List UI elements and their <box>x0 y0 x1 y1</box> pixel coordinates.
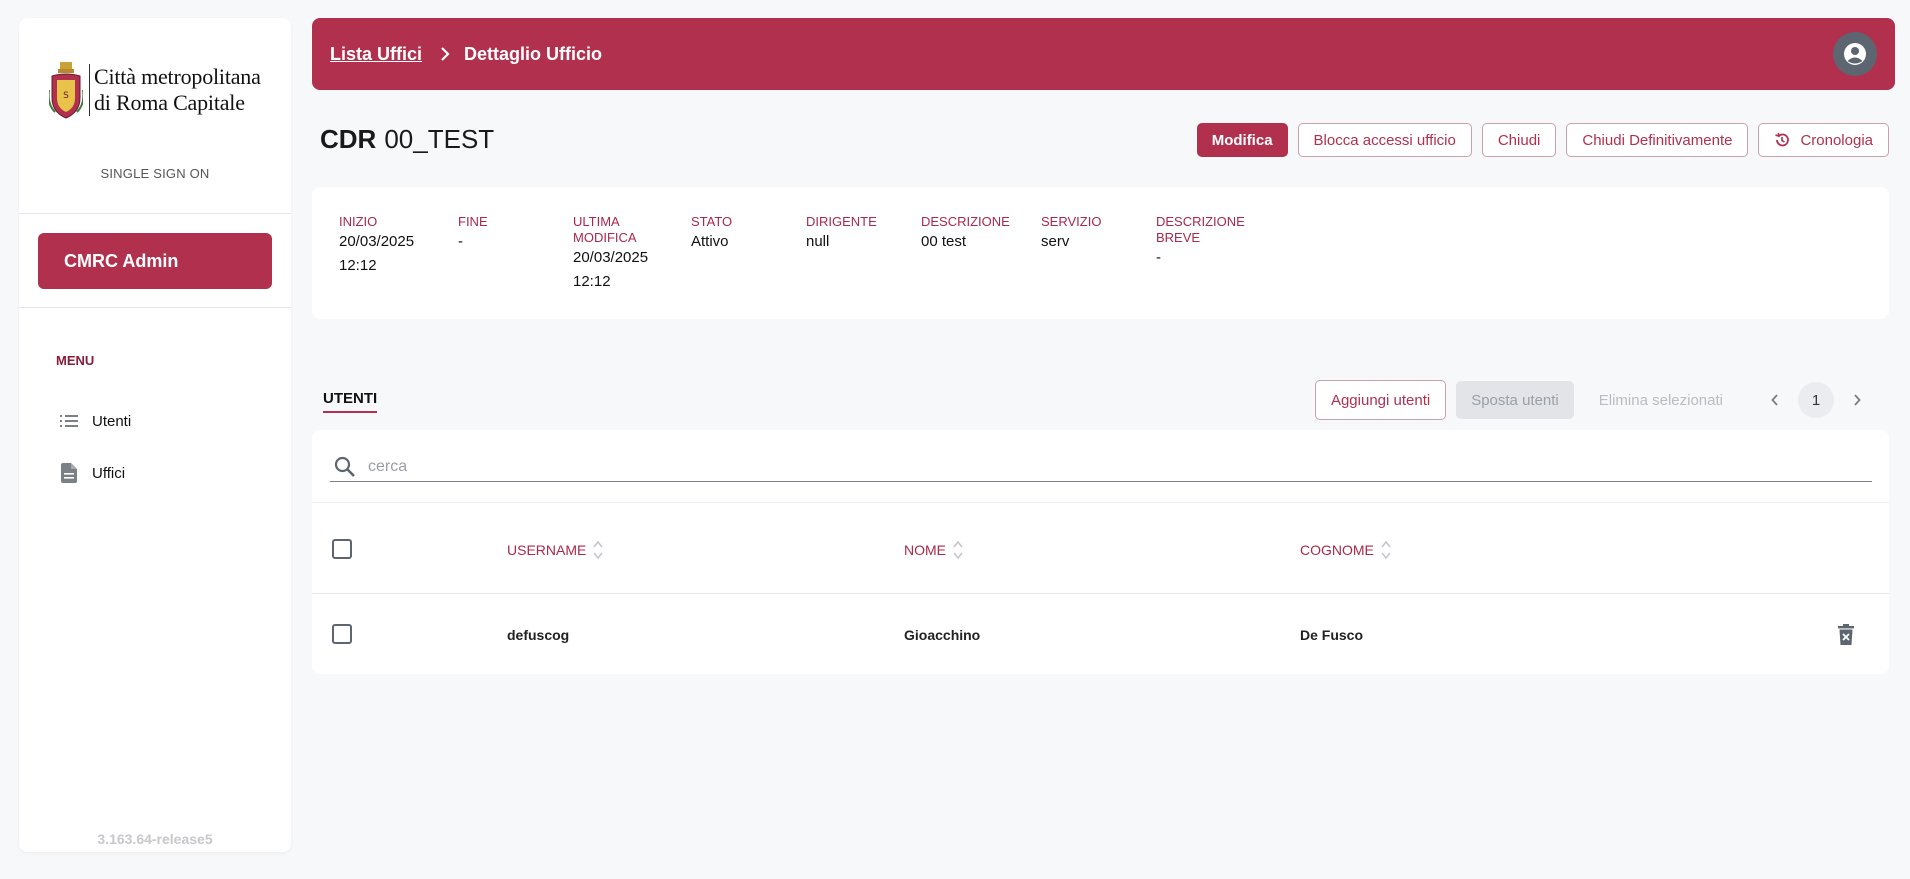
column-username[interactable]: USERNAME <box>507 539 604 561</box>
title-prefix: CDR <box>320 124 377 154</box>
document-icon <box>60 463 78 483</box>
field-label: INIZIO <box>339 214 378 229</box>
search-bar <box>330 452 1872 482</box>
title-code: 00_TEST <box>384 124 495 154</box>
field-label: DESCRIZIONE <box>1156 214 1245 229</box>
chevron-left-icon[interactable] <box>1762 387 1788 413</box>
sidebar: S Città metropolitana di Roma Capitale S… <box>19 18 291 852</box>
column-cognome[interactable]: COGNOME <box>1300 539 1392 561</box>
field-label: BREVE <box>1156 230 1201 245</box>
history-icon <box>1775 132 1790 147</box>
cell-cognome: De Fusco <box>1300 627 1364 643</box>
pagination: 1 <box>1762 382 1870 418</box>
logo-line-2: di Roma Capitale <box>94 90 245 115</box>
divider <box>19 307 291 308</box>
office-details-card: INIZIO 20/03/2025 12:12 FINE - ULTIMA MO… <box>312 187 1889 319</box>
modifica-button[interactable]: Modifica <box>1196 123 1288 157</box>
field-label: DIRIGENTE <box>806 214 877 229</box>
logo-text: Città metropolitana di Roma Capitale <box>89 64 261 116</box>
users-toolbar: Aggiungi utenti Sposta utenti Elimina se… <box>1314 380 1870 420</box>
user-account-button[interactable] <box>1833 32 1877 76</box>
column-label: USERNAME <box>507 542 587 558</box>
column-label: NOME <box>904 542 946 558</box>
field-value: 20/03/2025 <box>339 233 415 250</box>
sposta-utenti-button[interactable]: Sposta utenti <box>1456 381 1574 419</box>
action-toolbar: Modifica Blocca accessi ufficio Chiudi C… <box>1196 123 1889 157</box>
table-row: defuscog Gioacchino De Fusco <box>312 594 1889 674</box>
sidebar-item-utenti[interactable]: Utenti <box>60 407 131 435</box>
field-servizio: SERVIZIO serv <box>1041 214 1151 254</box>
sort-icon <box>593 540 603 560</box>
field-label: FINE <box>458 214 488 229</box>
logo-line-1: Città metropolitana <box>94 64 261 89</box>
chevron-right-icon <box>440 46 450 62</box>
header-bar: Lista Uffici Dettaglio Ufficio <box>312 18 1895 90</box>
field-label: DESCRIZIONE <box>921 214 1010 229</box>
trash-icon <box>1838 624 1854 645</box>
field-label: SERVIZIO <box>1041 214 1102 229</box>
page-number[interactable]: 1 <box>1798 382 1834 418</box>
field-label: STATO <box>691 214 733 229</box>
field-value: Attivo <box>691 233 729 250</box>
sso-label: SINGLE SIGN ON <box>100 166 210 181</box>
field-value: - <box>458 233 463 250</box>
chiudi-definitivamente-button[interactable]: Chiudi Definitivamente <box>1566 123 1749 157</box>
sort-icon <box>953 540 963 560</box>
field-descrizione-breve: DESCRIZIONE BREVE - <box>1156 214 1266 270</box>
coat-of-arms-icon: S <box>49 62 83 119</box>
column-label: COGNOME <box>1300 542 1374 558</box>
sort-icon <box>1381 540 1391 560</box>
field-ultima-modifica: ULTIMA MODIFICA 20/03/2025 12:12 <box>573 214 683 294</box>
delete-user-button[interactable] <box>1837 624 1855 651</box>
field-label: ULTIMA <box>573 214 620 229</box>
select-all-checkbox[interactable] <box>332 539 352 559</box>
breadcrumb-current: Dettaglio Ufficio <box>464 43 603 64</box>
field-dirigente: DIRIGENTE null <box>806 214 916 254</box>
field-value: - <box>1156 249 1161 266</box>
user-circle-icon <box>1844 43 1866 65</box>
sidebar-item-label: Utenti <box>92 412 132 430</box>
chevron-right-icon[interactable] <box>1844 387 1870 413</box>
field-value: 20/03/2025 <box>573 249 649 266</box>
list-icon <box>60 412 78 430</box>
logo: S Città metropolitana di Roma Capitale <box>49 60 261 120</box>
cell-username: defuscog <box>507 627 570 643</box>
search-input[interactable] <box>368 457 1848 476</box>
users-table-card: USERNAME NOME COGNOME defuscog Gioacchin… <box>312 430 1889 674</box>
tab-utenti[interactable]: UTENTI <box>323 390 378 413</box>
column-nome[interactable]: NOME <box>904 539 964 561</box>
cmrc-admin-button[interactable]: CMRC Admin <box>38 233 272 289</box>
field-descrizione: DESCRIZIONE 00 test <box>921 214 1031 254</box>
field-value: null <box>806 233 830 250</box>
table-header: USERNAME NOME COGNOME <box>312 502 1889 594</box>
field-value: 00 test <box>921 233 967 250</box>
menu-label: MENU <box>56 353 95 368</box>
page-title: CDR 00_TEST <box>320 124 494 155</box>
aggiungi-utenti-button[interactable]: Aggiungi utenti <box>1314 380 1447 420</box>
search-icon <box>334 456 355 477</box>
field-inizio: INIZIO 20/03/2025 12:12 <box>339 214 449 278</box>
row-checkbox[interactable] <box>332 624 352 644</box>
field-value: 12:12 <box>339 257 377 274</box>
cronologia-button[interactable]: Cronologia <box>1758 123 1889 157</box>
field-value: 12:12 <box>573 273 611 290</box>
sidebar-item-label: Uffici <box>92 464 126 482</box>
svg-text:S: S <box>63 91 69 101</box>
breadcrumb-lista-uffici[interactable]: Lista Uffici <box>330 44 422 65</box>
cronologia-label: Cronologia <box>1800 131 1873 149</box>
blocca-accessi-button[interactable]: Blocca accessi ufficio <box>1297 123 1472 157</box>
elimina-selezionati-button[interactable]: Elimina selezionati <box>1584 381 1738 419</box>
field-stato: STATO Attivo <box>691 214 801 254</box>
chiudi-button[interactable]: Chiudi <box>1481 123 1557 157</box>
sidebar-item-uffici[interactable]: Uffici <box>60 459 125 487</box>
field-fine: FINE - <box>458 214 568 254</box>
cell-nome: Gioacchino <box>904 627 981 643</box>
field-label: MODIFICA <box>573 230 637 245</box>
divider <box>19 213 291 214</box>
version-label: 3.163.64-release5 <box>97 831 213 847</box>
field-value: serv <box>1041 233 1070 250</box>
